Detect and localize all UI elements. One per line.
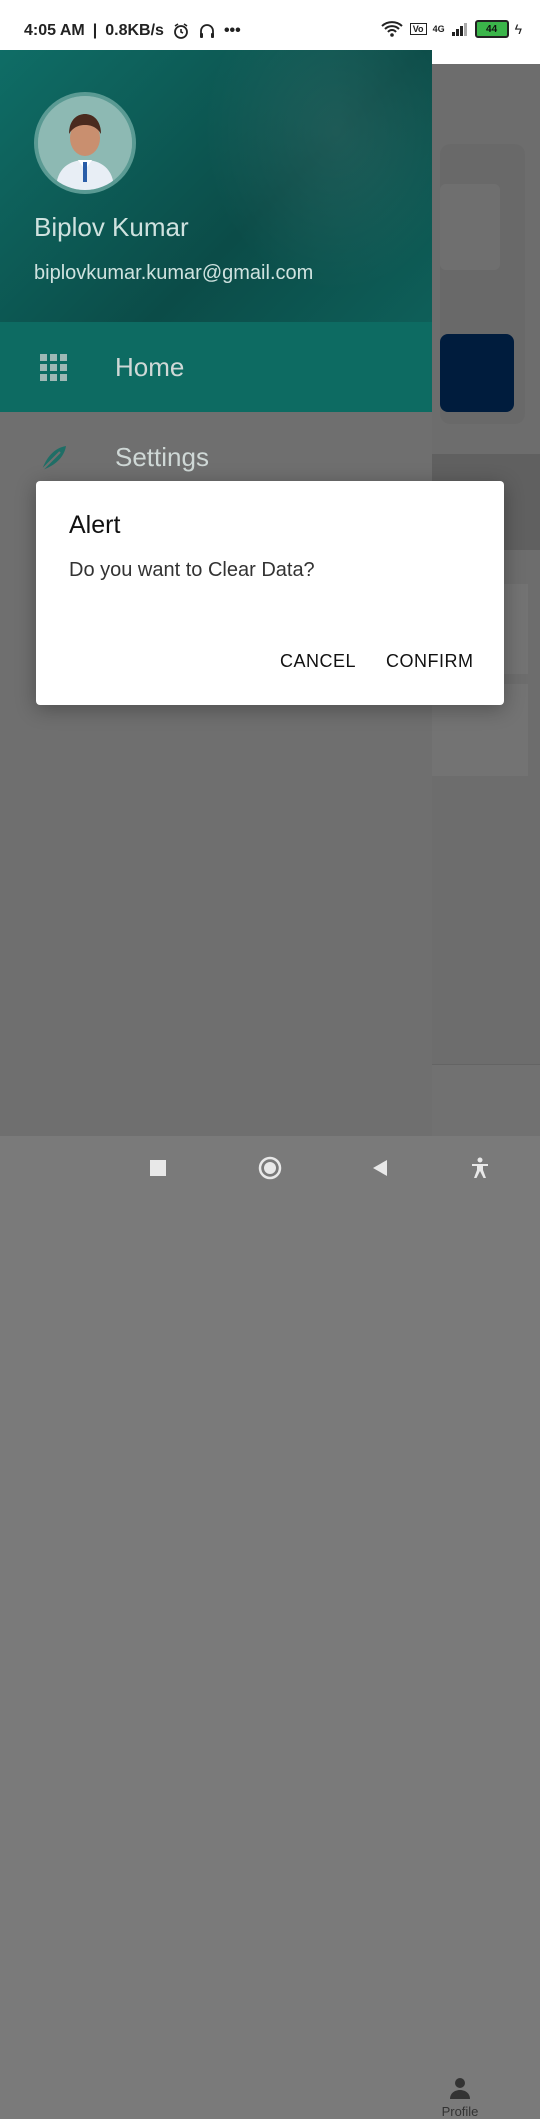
status-left: 4:05 AM | 0.8KB/s •••: [24, 22, 241, 40]
status-right: Vo 4G 44 ϟ: [380, 20, 522, 38]
user-avatar-icon: [38, 96, 132, 190]
status-time: 4:05 AM: [24, 22, 85, 39]
feather-icon: [41, 446, 66, 471]
alert-dialog: Alert Do you want to Clear Data? CANCEL …: [36, 481, 504, 705]
battery-icon: 44: [474, 20, 509, 38]
avatar[interactable]: [34, 92, 136, 194]
wifi-icon: [381, 21, 403, 37]
back-icon[interactable]: [368, 1156, 392, 1180]
recents-icon[interactable]: [146, 1156, 170, 1180]
profile-tab[interactable]: Profile: [430, 2075, 490, 2119]
drawer-item-label: Settings: [115, 442, 209, 472]
user-name: Biplov Kumar: [34, 212, 189, 242]
more-icon: •••: [223, 22, 241, 39]
status-separator: |: [92, 22, 98, 39]
system-navigation-bar: [0, 1136, 540, 1200]
status-speed: 0.8KB/s: [105, 22, 164, 39]
person-icon: [450, 2078, 470, 2099]
drawer-item-home[interactable]: Home: [0, 322, 432, 412]
drawer-header: Biplov Kumar biplovkumar.kumar@gmail.com: [0, 50, 432, 322]
charging-icon: ϟ: [514, 21, 522, 37]
home-icon[interactable]: [258, 1156, 282, 1180]
profile-tab-label: Profile: [441, 2104, 479, 2119]
cancel-button[interactable]: CANCEL: [280, 651, 356, 672]
alarm-icon: [174, 23, 188, 39]
accessibility-icon[interactable]: [468, 1156, 492, 1180]
user-email: biplovkumar.kumar@gmail.com: [34, 262, 314, 284]
drawer-item-label: Home: [115, 352, 185, 382]
confirm-button[interactable]: CONFIRM: [386, 651, 474, 672]
signal-icon: [451, 23, 467, 36]
dialog-message: Do you want to Clear Data?: [69, 559, 315, 581]
network-type: 4G: [432, 24, 445, 34]
volte-icon: Vo: [409, 23, 427, 35]
headphones-icon: [199, 24, 214, 38]
dialog-title: Alert: [69, 511, 121, 539]
grid-icon: [40, 354, 67, 381]
